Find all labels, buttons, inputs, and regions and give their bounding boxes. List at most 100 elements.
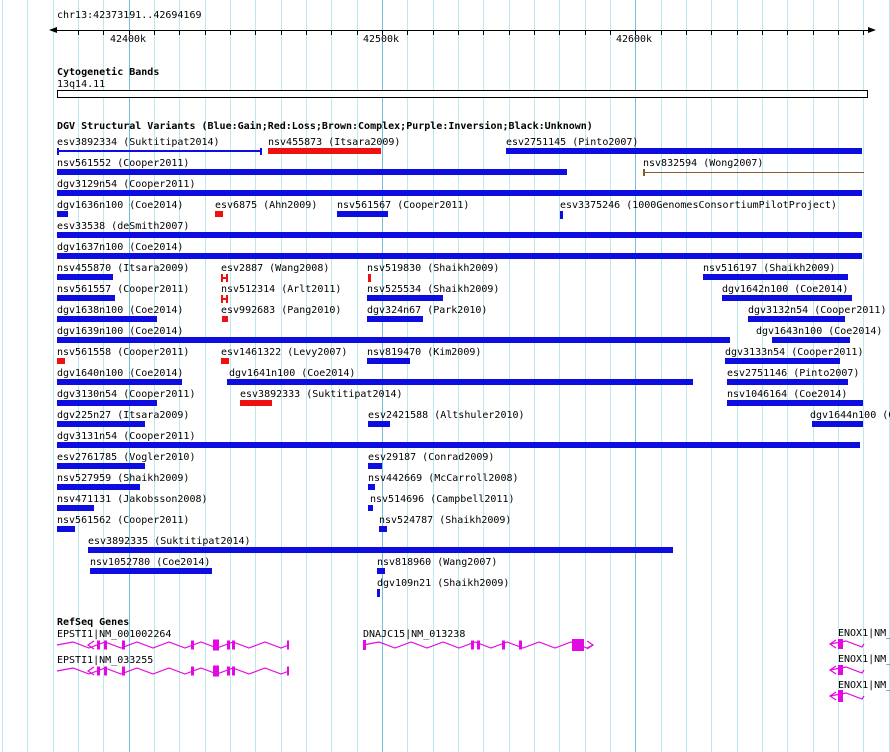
variant-label[interactable]: nsv455870 (Itsara2009) bbox=[57, 263, 189, 274]
variant-label[interactable]: nsv525534 (Shaikh2009) bbox=[367, 284, 499, 295]
variant-label[interactable]: esv2751146 (Pinto2007) bbox=[727, 368, 859, 379]
variant-label[interactable]: esv3892333 (Suktitipat2014) bbox=[240, 389, 403, 400]
gene-structure[interactable] bbox=[828, 665, 865, 675]
variant-label[interactable]: dgv3131n54 (Cooper2011) bbox=[57, 431, 195, 442]
exon-block bbox=[287, 640, 289, 650]
variant-label[interactable]: nsv561557 (Cooper2011) bbox=[57, 284, 189, 295]
variant-label[interactable]: nsv527959 (Shaikh2009) bbox=[57, 473, 189, 484]
genome-browser-view: chr13:42373191..42694169 42400k 42500k 426… bbox=[0, 0, 890, 752]
gene-label[interactable]: DNAJC15|NM_013238 bbox=[363, 629, 465, 640]
variant-label[interactable]: nsv519830 (Shaikh2009) bbox=[367, 263, 499, 274]
exon-block bbox=[572, 639, 584, 651]
cytoband-label: 13q14.11 bbox=[57, 79, 106, 90]
exon-block bbox=[191, 666, 194, 676]
gene-label[interactable]: ENOX1|NM_ bbox=[838, 680, 890, 691]
variant-label[interactable]: dgv3129n54 (Cooper2011) bbox=[57, 179, 195, 190]
gene-label[interactable]: EPSTI1|NM_001002264 bbox=[57, 629, 171, 640]
gene-structure[interactable] bbox=[56, 639, 290, 651]
exon-block bbox=[122, 666, 125, 676]
variant-label[interactable]: dgv1637n100 (Coe2014) bbox=[57, 242, 183, 253]
exon-block bbox=[838, 665, 843, 675]
variant-label[interactable]: esv3892335 (Suktitipat2014) bbox=[88, 536, 251, 547]
variant-label[interactable]: dgv324n67 (Park2010) bbox=[367, 305, 487, 316]
variant-label[interactable]: dgv3130n54 (Cooper2011) bbox=[57, 389, 195, 400]
exon-block bbox=[477, 640, 480, 650]
variant-label[interactable]: nsv471131 (Jakobsson2008) bbox=[57, 494, 208, 505]
refseq-track-title: RefSeq Genes bbox=[57, 617, 130, 628]
variant-label[interactable]: dgv1640n100 (Coe2014) bbox=[57, 368, 183, 379]
exon-block bbox=[227, 640, 230, 650]
variant-label[interactable]: nsv818960 (Wang2007) bbox=[377, 557, 497, 568]
variant-label[interactable]: esv3892334 (Suktitipat2014) bbox=[57, 137, 220, 148]
variant-label[interactable]: dgv225n27 (Itsara2009) bbox=[57, 410, 189, 421]
variant-label[interactable]: esv2761785 (Vogler2010) bbox=[57, 452, 195, 463]
variant-label[interactable]: nsv512314 (Arlt2011) bbox=[221, 284, 341, 295]
variant-label[interactable]: dgv1641n100 (Coe2014) bbox=[229, 368, 355, 379]
exon-block bbox=[838, 690, 843, 702]
variant-label[interactable]: nsv516197 (Shaikh2009) bbox=[703, 263, 835, 274]
gene-structure[interactable] bbox=[56, 665, 290, 677]
variant-label[interactable]: dgv3133n54 (Cooper2011) bbox=[725, 347, 863, 358]
dgv-track-title: DGV Structural Variants (Blue:Gain;Red:L… bbox=[57, 121, 593, 132]
variant-label[interactable]: nsv561562 (Cooper2011) bbox=[57, 515, 189, 526]
exon-block bbox=[227, 666, 230, 676]
gene-label[interactable]: ENOX1|NM_ bbox=[838, 654, 890, 665]
intron-line bbox=[829, 692, 865, 700]
variant-label[interactable]: nsv819470 (Kim2009) bbox=[367, 347, 481, 358]
strand-arrow-right-icon bbox=[586, 640, 595, 650]
exon-block bbox=[502, 640, 505, 650]
exon-block bbox=[232, 666, 235, 676]
gene-label[interactable]: ENOX1|NM_ bbox=[838, 628, 890, 639]
variant-label[interactable]: dgv1642n100 (Coe2014) bbox=[722, 284, 848, 295]
exon-block bbox=[104, 640, 107, 650]
exon-block bbox=[122, 640, 125, 650]
variant-label[interactable]: nsv1052780 (Coe2014) bbox=[90, 557, 210, 568]
variant-label[interactable]: esv2887 (Wang2008) bbox=[221, 263, 329, 274]
variant-label[interactable]: esv29187 (Conrad2009) bbox=[368, 452, 494, 463]
variant-label[interactable]: nsv561558 (Cooper2011) bbox=[57, 347, 189, 358]
variant-label[interactable]: esv2421588 (Altshuler2010) bbox=[368, 410, 525, 421]
variant-label[interactable]: esv992683 (Pang2010) bbox=[221, 305, 341, 316]
variant-label[interactable]: nsv1046164 (Coe2014) bbox=[727, 389, 847, 400]
exon-block bbox=[838, 639, 843, 649]
variant-label[interactable]: nsv455873 (Itsara2009) bbox=[268, 137, 400, 148]
intron-line bbox=[829, 640, 865, 648]
variant-label[interactable]: nsv514696 (Campbell2011) bbox=[370, 494, 515, 505]
exon-block bbox=[97, 640, 100, 650]
exon-block bbox=[213, 639, 219, 651]
variant-label[interactable]: esv2751145 (Pinto2007) bbox=[506, 137, 638, 148]
exon-block bbox=[97, 666, 100, 676]
variant-label[interactable]: esv33538 (deSmith2007) bbox=[57, 221, 189, 232]
variant-label[interactable]: nsv561552 (Cooper2011) bbox=[57, 158, 189, 169]
variant-label[interactable]: nsv561567 (Cooper2011) bbox=[337, 200, 469, 211]
cytogenetic-bands-title: Cytogenetic Bands bbox=[57, 67, 160, 78]
variant-label[interactable]: dgv3132n54 (Cooper2011) bbox=[748, 305, 886, 316]
exon-block bbox=[232, 640, 235, 650]
variant-label[interactable]: esv6875 (Ahn2009) bbox=[215, 200, 317, 211]
gene-structure[interactable] bbox=[362, 639, 595, 651]
gene-structure[interactable] bbox=[828, 690, 865, 702]
exon-block bbox=[191, 640, 194, 650]
variant-label[interactable]: nsv442669 (McCarroll2008) bbox=[368, 473, 519, 484]
variant-label[interactable]: dgv1638n100 (Coe2014) bbox=[57, 305, 183, 316]
exon-block bbox=[287, 666, 289, 676]
exon-block bbox=[104, 666, 107, 676]
exon-block bbox=[519, 640, 522, 650]
exon-block bbox=[363, 640, 366, 650]
variant-label[interactable]: esv3375246 (1000GenomesConsortiumPilotPr… bbox=[560, 200, 837, 211]
gene-label[interactable]: EPSTI1|NM_033255 bbox=[57, 655, 153, 666]
region-coordinates: chr13:42373191..42694169 bbox=[57, 10, 202, 21]
variant-label[interactable]: dgv1636n100 (Coe2014) bbox=[57, 200, 183, 211]
gene-structure[interactable] bbox=[828, 639, 865, 649]
ruler-tick-label: 42500k bbox=[362, 34, 400, 45]
exon-block bbox=[213, 665, 219, 677]
variant-label[interactable]: nsv832594 (Wong2007) bbox=[643, 158, 763, 169]
variant-label[interactable]: dgv109n21 (Shaikh2009) bbox=[377, 578, 509, 589]
variant-label[interactable]: dgv1644n100 (Coe2014) bbox=[810, 410, 890, 421]
ruler-tick-label: 42400k bbox=[109, 34, 147, 45]
variant-label[interactable]: nsv524787 (Shaikh2009) bbox=[379, 515, 511, 526]
variant-label[interactable]: dgv1643n100 (Coe2014) bbox=[756, 326, 882, 337]
exon-block bbox=[471, 640, 474, 650]
variant-label[interactable]: esv1461322 (Levy2007) bbox=[221, 347, 347, 358]
variant-label[interactable]: dgv1639n100 (Coe2014) bbox=[57, 326, 183, 337]
